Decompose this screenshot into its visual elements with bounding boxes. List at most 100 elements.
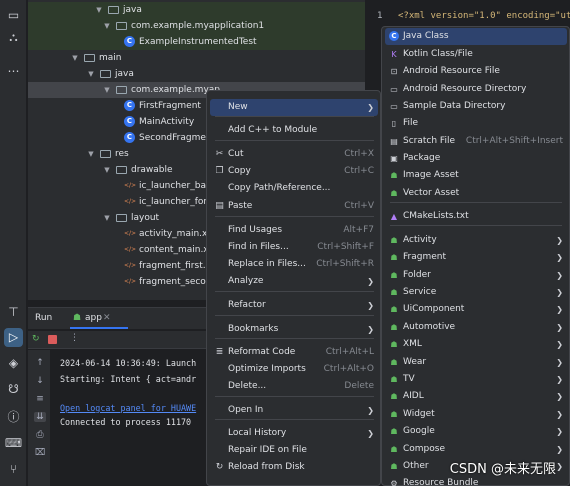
soft-wrap-icon[interactable]: ≡: [34, 394, 46, 404]
tab-run[interactable]: Run: [35, 313, 52, 323]
menu-item-bookmarks[interactable]: Bookmarks ❯: [210, 321, 378, 338]
tree-row-label: ExampleInstrumentedTest: [139, 37, 257, 47]
submenu-item-compose[interactable]: ☗ Compose ❯: [385, 441, 567, 458]
tab-app[interactable]: ☗ app ✕: [70, 309, 128, 329]
submenu-item-android-resource-directory[interactable]: ▭ Android Resource Directory: [385, 81, 567, 98]
menu-item-delete[interactable]: Delete... Delete: [210, 378, 378, 395]
submenu-item-xml[interactable]: ☗ XML ❯: [385, 336, 567, 353]
menu-item-copy[interactable]: ❐ Copy Ctrl+C: [210, 163, 378, 180]
logcat-link[interactable]: Open logcat panel for HUAWE: [60, 403, 196, 413]
submenu-item-google[interactable]: ☗ Google ❯: [385, 423, 567, 440]
menu-item-label: Repair IDE on File: [228, 445, 307, 455]
chevron-right-icon: ❯: [556, 410, 563, 419]
submenu-item-vector-asset[interactable]: ☗ Vector Asset: [385, 185, 567, 202]
run-icon[interactable]: ▷: [4, 328, 23, 347]
menu-item-reformat-code[interactable]: ≣ Reformat Code Ctrl+Alt+L: [210, 344, 378, 361]
trash-icon[interactable]: ⌧: [34, 448, 46, 458]
menu-item-local-history[interactable]: Local History ❯: [210, 425, 378, 442]
scroll-to-end-icon[interactable]: ⇊: [34, 412, 46, 422]
menu-item-reload-from-disk[interactable]: ↻ Reload from Disk: [210, 459, 378, 476]
tree-row[interactable]: ▼ java: [28, 66, 365, 82]
menu-item-find-usages[interactable]: Find Usages Alt+F7: [210, 222, 378, 239]
console-output[interactable]: 2024-06-14 10:36:49: Launch Starting: In…: [51, 350, 206, 486]
reload-icon: ↻: [215, 462, 224, 472]
folder-icon[interactable]: ▭: [4, 6, 23, 25]
git-icon[interactable]: ⑂: [4, 460, 23, 479]
menu-item-cut[interactable]: ✂ Cut Ctrl+X: [210, 146, 378, 163]
menu-item-shortcut: Ctrl+C: [344, 166, 374, 176]
xml-file-icon: </>: [124, 198, 137, 205]
menu-item-optimize-imports[interactable]: Optimize Imports Ctrl+Alt+O: [210, 361, 378, 378]
profiler-icon[interactable]: ◈: [4, 354, 23, 373]
menu-item-paste[interactable]: ▤ Paste Ctrl+V: [210, 198, 378, 215]
menu-item-label: Optimize Imports: [228, 364, 306, 374]
menu-item-repair-ide-on-file[interactable]: Repair IDE on File: [210, 442, 378, 459]
android-icon: ☗: [390, 271, 398, 280]
more-icon[interactable]: ⋯: [4, 62, 23, 81]
submenu-item-file[interactable]: ▯ File: [385, 115, 567, 132]
submenu-item-wear[interactable]: ☗ Wear ❯: [385, 354, 567, 371]
chevron-down-icon[interactable]: ▼: [102, 210, 112, 226]
menu-item-new[interactable]: New ❯: [210, 99, 378, 116]
menu-item-replace-in-files[interactable]: Replace in Files... Ctrl+Shift+R: [210, 256, 378, 273]
submenu-item-label: Java Class: [403, 31, 449, 41]
tree-row[interactable]: ▼ com.example.myapplication1: [28, 18, 365, 34]
submenu-item-android-resource-file[interactable]: ⊡ Android Resource File: [385, 63, 567, 80]
close-icon[interactable]: ✕: [103, 313, 111, 323]
structure-icon[interactable]: ⛬: [4, 28, 23, 47]
arrow-down-icon[interactable]: ↓: [34, 376, 46, 386]
menu-item-refactor[interactable]: Refactor ❯: [210, 297, 378, 314]
submenu-item-widget[interactable]: ☗ Widget ❯: [385, 406, 567, 423]
submenu-item-service[interactable]: ☗ Service ❯: [385, 284, 567, 301]
menu-item-copy-path-reference[interactable]: Copy Path/Reference...: [210, 180, 378, 197]
chevron-down-icon[interactable]: ▼: [86, 146, 96, 162]
menu-item-find-in-files[interactable]: Find in Files... Ctrl+Shift+F: [210, 239, 378, 256]
build-icon[interactable]: ⊤: [4, 303, 23, 322]
chevron-down-icon[interactable]: ▼: [86, 66, 96, 82]
print-icon[interactable]: ⎙: [34, 430, 46, 440]
chevron-down-icon[interactable]: ▼: [102, 18, 112, 34]
submenu-item-activity[interactable]: ☗ Activity ❯: [385, 232, 567, 249]
submenu-item-image-asset[interactable]: ☗ Image Asset: [385, 167, 567, 184]
submenu-item-folder[interactable]: ☗ Folder ❯: [385, 267, 567, 284]
chevron-down-icon[interactable]: ▼: [94, 2, 104, 18]
tree-row[interactable]: ▼ main: [28, 50, 365, 66]
menu-item-analyze[interactable]: Analyze ❯: [210, 273, 378, 290]
menu-separator: [215, 419, 374, 420]
tree-row-label: java: [123, 5, 142, 15]
menu-item-add-c-to-module[interactable]: Add C++ to Module: [210, 122, 378, 139]
submenu-item-kotlin-class-file[interactable]: K Kotlin Class/File: [385, 46, 567, 63]
submenu-item-automotive[interactable]: ☗ Automotive ❯: [385, 319, 567, 336]
problems-icon[interactable]: ⓘ: [4, 408, 23, 427]
menu-item-open-in[interactable]: Open In ❯: [210, 402, 378, 419]
submenu-item-sample-data-directory[interactable]: ▭ Sample Data Directory: [385, 98, 567, 115]
submenu-item-label: XML: [403, 339, 422, 349]
submenu-item-aidl[interactable]: ☗ AIDL ❯: [385, 388, 567, 405]
arrow-up-icon[interactable]: ↑: [34, 358, 46, 368]
chevron-down-icon[interactable]: ▼: [70, 50, 80, 66]
submenu-item-tv[interactable]: ☗ TV ❯: [385, 371, 567, 388]
submenu-item-label: File: [403, 118, 419, 128]
menu-item-label: Replace in Files...: [228, 259, 306, 269]
menu-item-label: Cut: [228, 149, 244, 159]
chevron-down-icon[interactable]: ▼: [102, 82, 112, 98]
scratch-file-icon: ▤: [390, 137, 398, 146]
tree-row[interactable]: ▼ java: [28, 2, 365, 18]
submenu-item-fragment[interactable]: ☗ Fragment ❯: [385, 249, 567, 266]
stop-icon[interactable]: [48, 335, 57, 344]
submenu-item-java-class[interactable]: C Java Class: [385, 28, 567, 45]
submenu-item-scratch-file[interactable]: ▤ Scratch File Ctrl+Alt+Shift+Insert: [385, 133, 567, 150]
terminal-icon[interactable]: ⌨: [4, 434, 23, 453]
menu-item-label: Analyze: [228, 276, 264, 286]
submenu-item-uicomponent[interactable]: ☗ UiComponent ❯: [385, 301, 567, 318]
submenu-item-cmakelists-txt[interactable]: ▲ CMakeLists.txt: [385, 208, 567, 225]
run-panel-header: Run ☗ app ✕: [28, 307, 206, 329]
submenu-item-package[interactable]: ▣ Package: [385, 150, 567, 167]
tree-row[interactable]: C ExampleInstrumentedTest: [28, 34, 365, 50]
rerun-icon[interactable]: ↻: [32, 334, 40, 344]
logcat-icon[interactable]: ☋: [4, 380, 23, 399]
java-class-icon: C: [124, 116, 135, 127]
more-icon[interactable]: ⋮: [70, 333, 79, 343]
chevron-down-icon[interactable]: ▼: [102, 162, 112, 178]
menu-separator: [215, 396, 374, 397]
